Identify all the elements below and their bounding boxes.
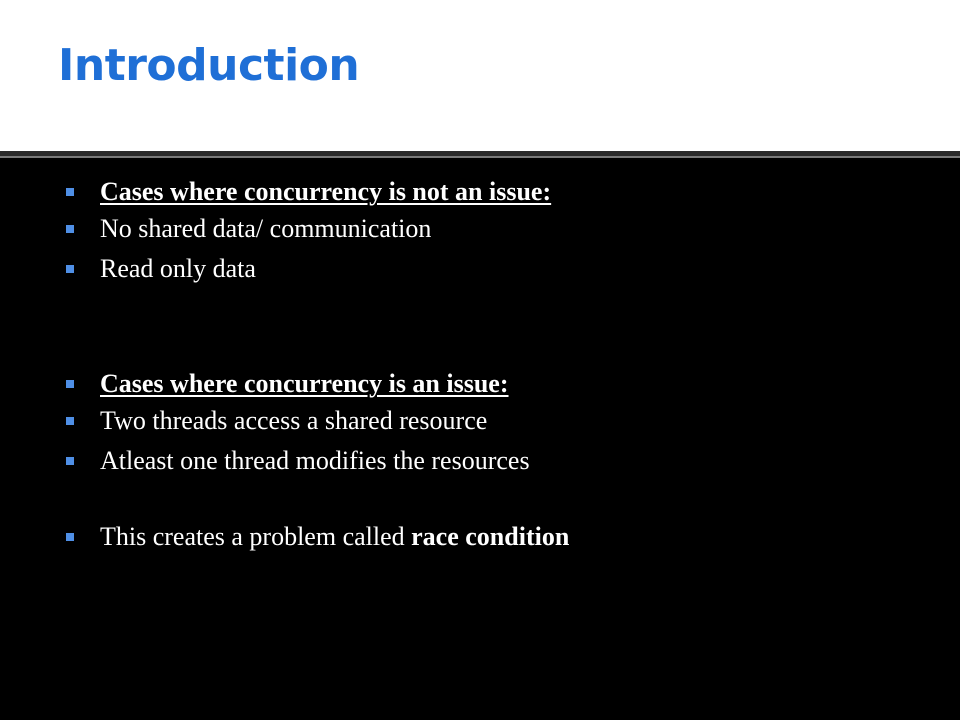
- square-bullet-icon: [66, 225, 74, 233]
- bullet-text: Two threads access a shared resource: [100, 406, 488, 435]
- bullet-item: Two threads access a shared resource: [66, 405, 487, 437]
- bullet-text: This creates a problem called race condi…: [100, 521, 569, 553]
- section-heading-not-an-issue: Cases where concurrency is not an issue:: [100, 177, 552, 206]
- square-bullet-icon: [66, 188, 74, 196]
- title-band: Introduction: [0, 0, 960, 151]
- bullet-item: Atleast one thread modifies the resource…: [66, 445, 530, 477]
- bullet-item: Read only data: [66, 253, 256, 285]
- square-bullet-icon: [66, 457, 74, 465]
- race-condition-term: race condition: [411, 522, 570, 551]
- bullet-text: Atleast one thread modifies the resource…: [100, 446, 530, 475]
- title-divider-highlight: [0, 156, 960, 158]
- square-bullet-icon: [66, 417, 74, 425]
- bullet-item: This creates a problem called race condi…: [66, 521, 569, 553]
- bullet-text-lead: This creates a problem called: [100, 522, 412, 551]
- square-bullet-icon: [66, 265, 74, 273]
- square-bullet-icon: [66, 380, 74, 388]
- section-heading-is-an-issue: Cases where concurrency is an issue:: [100, 369, 509, 398]
- square-bullet-icon: [66, 533, 74, 541]
- bullet-item: Cases where concurrency is not an issue:: [66, 176, 551, 208]
- bullet-item: No shared data/ communication: [66, 213, 431, 245]
- slide-title: Introduction: [58, 40, 360, 91]
- slide: Introduction Cases where concurrency is …: [0, 0, 960, 720]
- bullet-text: Read only data: [100, 254, 256, 283]
- bullet-text: No shared data/ communication: [100, 214, 432, 243]
- bullet-item: Cases where concurrency is an issue:: [66, 368, 509, 400]
